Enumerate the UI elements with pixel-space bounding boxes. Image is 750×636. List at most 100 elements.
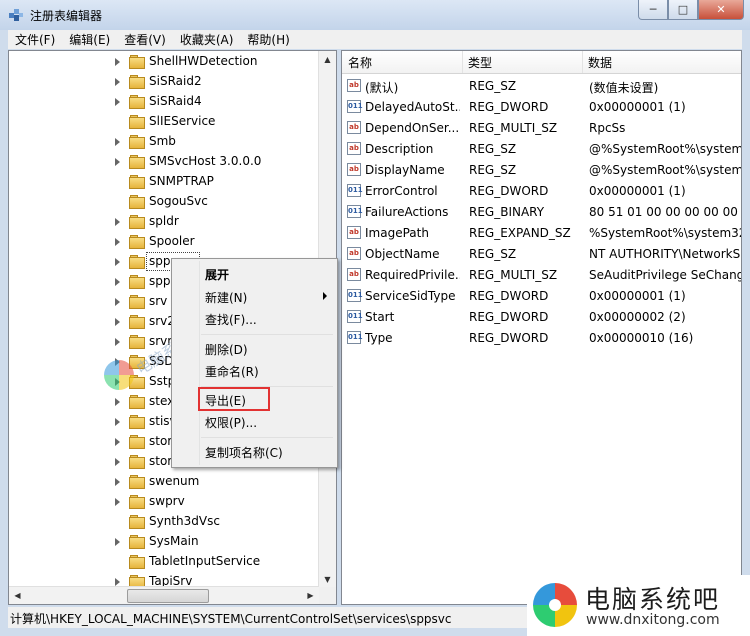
expand-arrow-icon[interactable] (115, 358, 120, 366)
expand-arrow-icon[interactable] (115, 398, 120, 406)
scroll-thumb[interactable] (127, 589, 209, 603)
value-row[interactable]: ab DependOnSer... REG_MULTI_SZ RpcSs (342, 118, 741, 139)
tree-item[interactable]: TabletInputService (9, 552, 319, 572)
scroll-right-icon[interactable]: ▶ (302, 587, 319, 604)
expand-arrow-icon[interactable] (115, 318, 120, 326)
tree-item[interactable]: SlIEService (9, 112, 319, 132)
value-name: ErrorControl (365, 184, 438, 198)
tree-item[interactable]: spldr (9, 212, 319, 232)
maximize-button[interactable]: □ (668, 0, 698, 20)
value-row[interactable]: 011 DelayedAutoSt... REG_DWORD 0x00000001 (… (342, 97, 741, 118)
expand-arrow-icon[interactable] (115, 258, 120, 266)
close-button[interactable]: ✕ (698, 0, 744, 20)
scroll-up-icon[interactable]: ▲ (319, 51, 336, 68)
context-menu-copy-key-name[interactable]: 复制项名称(C) (205, 444, 283, 464)
value-row[interactable]: ab (默认) REG_SZ (数值未设置) (342, 76, 741, 97)
column-divider[interactable] (582, 51, 583, 73)
expand-arrow-icon[interactable] (115, 478, 120, 486)
tree-item[interactable]: SNMPTRAP (9, 172, 319, 192)
expand-arrow-icon[interactable] (115, 158, 120, 166)
tree-item-label: ShellHWDetection (149, 54, 258, 68)
value-row[interactable]: 011 ServiceSidType REG_DWORD 0x00000001 (1) (342, 286, 741, 307)
tree-item[interactable]: SysMain (9, 532, 319, 552)
context-menu-find[interactable]: 查找(F)... (205, 311, 257, 331)
menu-favorites[interactable]: 收藏夹(A) (173, 31, 241, 48)
value-data: 0x00000001 (1) (589, 289, 686, 303)
tree-item[interactable]: ShellHWDetection (9, 52, 319, 72)
site-logo-icon (533, 583, 577, 627)
value-row[interactable]: 011 FailureActions REG_BINARY 80 51 01 00 0… (342, 202, 741, 223)
scroll-left-icon[interactable]: ◀ (9, 587, 26, 604)
tree-item-label: SNMPTRAP (149, 174, 214, 188)
expand-arrow-icon[interactable] (115, 498, 120, 506)
value-row[interactable]: ab DisplayName REG_SZ @%SystemRoot%\system3 (342, 160, 741, 181)
expand-arrow-icon[interactable] (115, 138, 120, 146)
menu-view[interactable]: 查看(V) (117, 31, 173, 48)
tree-item[interactable]: SogouSvc (9, 192, 319, 212)
value-row[interactable]: ab ImagePath REG_EXPAND_SZ %SystemRoot%\sys… (342, 223, 741, 244)
context-menu-rename[interactable]: 重命名(R) (205, 363, 259, 383)
tree-item-label: srv (149, 294, 168, 308)
registry-value-list[interactable]: 名称 类型 数据 ab (默认) REG_SZ (数值未设置) 011 DelayedAu… (341, 50, 742, 605)
tree-horizontal-scrollbar[interactable]: ◀ ▶ (9, 586, 319, 604)
tree-item[interactable]: Synth3dVsc (9, 512, 319, 532)
context-menu-export[interactable]: 导出(E) (205, 392, 246, 412)
minimize-button[interactable]: ─ (638, 0, 668, 20)
column-header-type[interactable]: 类型 (468, 54, 492, 71)
tree-item-label: spp (149, 254, 171, 268)
expand-arrow-icon[interactable] (115, 538, 120, 546)
expand-arrow-icon[interactable] (115, 418, 120, 426)
value-data: RpcSs (589, 121, 626, 135)
column-divider[interactable] (462, 51, 463, 73)
value-row[interactable]: ab Description REG_SZ @%SystemRoot%\system3 (342, 139, 741, 160)
expand-arrow-icon[interactable] (115, 438, 120, 446)
context-menu-permissions[interactable]: 权限(P)... (205, 414, 257, 434)
expand-arrow-icon[interactable] (115, 298, 120, 306)
tree-item[interactable]: SiSRaid2 (9, 72, 319, 92)
value-row[interactable]: 011 Start REG_DWORD 0x00000002 (2) (342, 307, 741, 328)
tree-item-label: SiSRaid4 (149, 94, 202, 108)
value-type: REG_DWORD (469, 100, 549, 114)
expand-arrow-icon[interactable] (115, 458, 120, 466)
value-row[interactable]: ab ObjectName REG_SZ NT AUTHORITY\NetworkS (342, 244, 741, 265)
context-menu-expand[interactable]: 展开 (205, 266, 229, 286)
column-header-data[interactable]: 数据 (588, 54, 612, 71)
expand-arrow-icon[interactable] (115, 338, 120, 346)
menu-edit[interactable]: 编辑(E) (62, 31, 117, 48)
list-header: 名称 类型 数据 (342, 51, 741, 74)
expand-arrow-icon[interactable] (115, 378, 120, 386)
regedit-app-icon (9, 9, 23, 21)
expand-arrow-icon[interactable] (115, 58, 120, 66)
tree-item[interactable]: Smb (9, 132, 319, 152)
value-row[interactable]: ab RequiredPrivile... REG_MULTI_SZ SeAuditP… (342, 265, 741, 286)
value-data: (数值未设置) (589, 81, 659, 95)
context-menu-new[interactable]: 新建(N) (205, 289, 247, 309)
context-menu: 展开 新建(N) 查找(F)... 删除(D) 重命名(R) 导出(E) 权限(… (171, 258, 338, 468)
folder-icon (129, 295, 145, 309)
value-row[interactable]: 011 Type REG_DWORD 0x00000010 (16) (342, 328, 741, 349)
value-name: FailureActions (365, 205, 449, 219)
tree-item[interactable]: SiSRaid4 (9, 92, 319, 112)
value-type: REG_SZ (469, 247, 517, 261)
menu-help[interactable]: 帮助(H) (240, 31, 296, 48)
expand-arrow-icon[interactable] (115, 278, 120, 286)
scroll-down-icon[interactable]: ▼ (319, 571, 336, 588)
expand-arrow-icon[interactable] (115, 98, 120, 106)
tree-item[interactable]: SMSvcHost 3.0.0.0 (9, 152, 319, 172)
column-header-name[interactable]: 名称 (348, 54, 372, 71)
tree-item[interactable]: Spooler (9, 232, 319, 252)
expand-arrow-icon[interactable] (115, 218, 120, 226)
submenu-arrow-icon (323, 292, 327, 300)
value-data: 0x00000001 (1) (589, 100, 686, 114)
value-data: 0x00000010 (16) (589, 331, 694, 345)
tree-item-label: swprv (149, 494, 185, 508)
menu-file[interactable]: 文件(F) (8, 31, 62, 48)
tree-item[interactable]: swenum (9, 472, 319, 492)
tree-item[interactable]: swprv (9, 492, 319, 512)
expand-arrow-icon[interactable] (115, 578, 120, 586)
context-menu-delete[interactable]: 删除(D) (205, 341, 248, 361)
expand-arrow-icon[interactable] (115, 238, 120, 246)
value-type: REG_SZ (469, 163, 517, 177)
expand-arrow-icon[interactable] (115, 78, 120, 86)
value-row[interactable]: 011 ErrorControl REG_DWORD 0x00000001 (1) (342, 181, 741, 202)
